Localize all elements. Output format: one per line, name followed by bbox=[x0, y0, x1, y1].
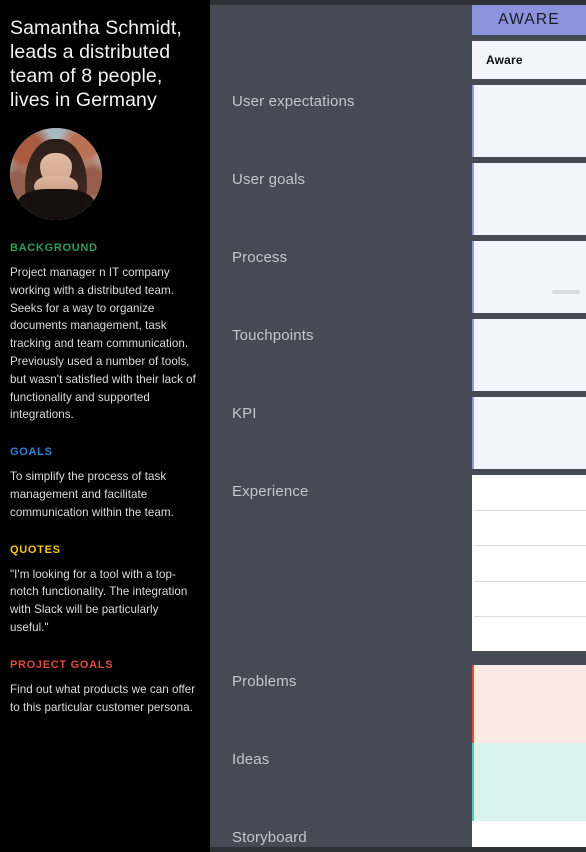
cell-user-goals-aware[interactable] bbox=[472, 163, 586, 235]
cell-kpi-aware[interactable] bbox=[472, 397, 586, 469]
row-experience: Experience bbox=[210, 475, 586, 651]
row-user-expectations-label: User expectations bbox=[232, 93, 355, 110]
stage-header-label: AWARE bbox=[498, 11, 560, 28]
row-problems-label: Problems bbox=[232, 673, 297, 690]
experience-subrow-divider bbox=[474, 510, 586, 511]
row-user-goals: User goals bbox=[210, 163, 586, 235]
cell-ideas-aware[interactable] bbox=[472, 743, 586, 821]
section-body-background: Project manager n IT company working wit… bbox=[10, 266, 196, 422]
experience-subrow-divider bbox=[474, 545, 586, 546]
journey-map-panel: AWARE Aware User expectations User goals Pro… bbox=[210, 5, 586, 847]
page-title: Samantha Schmidt, leads a distributed te… bbox=[10, 17, 182, 111]
row-problems: Problems bbox=[210, 665, 586, 743]
stage-header-aware[interactable]: AWARE bbox=[472, 5, 586, 35]
persona-sidebar: Samantha Schmidt, leads a distributed te… bbox=[0, 0, 210, 852]
row-user-expectations: User expectations bbox=[210, 85, 586, 157]
cell-user-expectations-aware[interactable] bbox=[472, 85, 586, 157]
row-storyboard: Storyboard bbox=[210, 821, 586, 847]
row-touchpoints-label: Touchpoints bbox=[232, 327, 314, 344]
journey-map-rows: AWARE Aware User expectations User goals Pro… bbox=[210, 5, 586, 847]
avatar bbox=[10, 128, 102, 220]
stage-chip-aware[interactable]: Aware bbox=[472, 41, 586, 79]
cell-experience-aware[interactable] bbox=[472, 475, 586, 651]
cell-touchpoints-aware[interactable] bbox=[472, 319, 586, 391]
row-process-label: Process bbox=[232, 249, 288, 266]
cell-process-aware[interactable] bbox=[472, 241, 586, 313]
experience-subrow-divider bbox=[474, 616, 586, 617]
section-heading-quotes: QUOTES bbox=[10, 543, 61, 556]
row-experience-label: Experience bbox=[232, 483, 309, 500]
avatar-body-shape bbox=[17, 188, 95, 220]
section-heading-goals: GOALS bbox=[10, 446, 53, 459]
experience-subrow-divider bbox=[474, 581, 586, 582]
section-body-quotes: "I'm looking for a tool with a top-notch… bbox=[10, 567, 188, 634]
section-body-goals: To simplify the process of task manageme… bbox=[10, 470, 174, 519]
avatar-photo bbox=[10, 128, 102, 220]
section-heading-background: BACKGROUND bbox=[10, 242, 98, 254]
journey-map-app: Samantha Schmidt, leads a distributed te… bbox=[0, 0, 586, 852]
row-kpi-label: KPI bbox=[232, 405, 257, 422]
row-touchpoints: Touchpoints bbox=[210, 319, 586, 391]
section-heading-project-goals: PROJECT GOALS bbox=[10, 658, 114, 671]
stage-chip-label: Aware bbox=[486, 53, 523, 67]
row-storyboard-label: Storyboard bbox=[232, 829, 307, 846]
stage-header-row: AWARE bbox=[210, 5, 586, 35]
row-ideas: Ideas bbox=[210, 743, 586, 821]
horizontal-scrollbar-thumb[interactable] bbox=[552, 290, 580, 294]
row-user-goals-label: User goals bbox=[232, 171, 306, 188]
row-ideas-label: Ideas bbox=[232, 751, 270, 768]
row-kpi: KPI bbox=[210, 397, 586, 469]
row-process: Process bbox=[210, 241, 586, 313]
cell-storyboard-aware[interactable] bbox=[472, 821, 586, 847]
stage-chip-row: Aware bbox=[210, 41, 586, 79]
section-body-project-goals: Find out what products we can offer to t… bbox=[10, 682, 196, 714]
cell-problems-aware[interactable] bbox=[472, 665, 586, 743]
